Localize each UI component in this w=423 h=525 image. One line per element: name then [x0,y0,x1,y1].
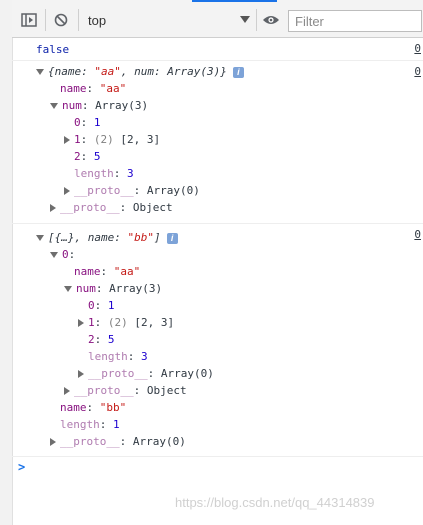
expand-triangle-icon[interactable] [36,69,44,75]
property-row[interactable]: 1: (2) [2, 3] [64,131,160,148]
console-output: false 0 0 {name: "aa", num: Array(3)} i n… [12,38,423,525]
console-message: 0 {name: "aa", num: Array(3)} i name: "aa… [12,61,423,224]
collapse-triangle-icon[interactable] [64,187,70,195]
collapse-triangle-icon[interactable] [64,136,70,144]
toolbar-divider [256,9,257,31]
property-row[interactable]: num: Array(3) [50,97,148,114]
sidebar-toggle-icon[interactable] [18,9,40,31]
info-icon[interactable]: i [232,66,244,78]
active-tab-indicator [192,0,277,2]
property-row[interactable]: __proto__: Array(0) [64,182,200,199]
toolbar-divider [78,9,79,31]
property-row: 0: 1 [74,116,101,129]
property-row: length: 3 [74,167,134,180]
filter-input[interactable] [288,10,422,32]
property-row: length: 3 [88,350,148,363]
clear-console-icon[interactable] [50,9,72,31]
property-row[interactable]: __proto__: Array(0) [50,433,186,450]
property-row[interactable]: 1: (2) [2, 3] [78,314,174,331]
collapse-triangle-icon[interactable] [50,438,56,446]
array-preview[interactable]: [{…}, name: "bb"] i [36,229,178,246]
expand-triangle-icon[interactable] [64,286,72,292]
console-message: 0 [{…}, name: "bb"] i 0: name: "aa" num: … [12,224,423,457]
expand-triangle-icon[interactable] [50,252,58,258]
eye-icon[interactable] [260,9,282,31]
console-prompt[interactable]: > [18,460,25,474]
property-row: name: "aa" [60,82,127,95]
property-row: name: "bb" [60,401,127,414]
source-link[interactable]: 0 [414,42,421,55]
property-row: name: "aa" [74,265,141,278]
expand-triangle-icon[interactable] [50,103,58,109]
collapse-triangle-icon[interactable] [78,319,84,327]
expand-triangle-icon[interactable] [36,235,44,241]
property-row: 0: 1 [88,299,115,312]
toolbar-divider [45,9,46,31]
property-row[interactable]: num: Array(3) [64,280,162,297]
property-row[interactable]: 0: [50,246,75,263]
property-row: 2: 5 [74,150,101,163]
collapse-triangle-icon[interactable] [78,370,84,378]
context-selector[interactable]: top [84,8,252,32]
collapse-triangle-icon[interactable] [50,204,56,212]
info-icon[interactable]: i [166,232,178,244]
object-preview[interactable]: {name: "aa", num: Array(3)} i [36,63,244,80]
source-link[interactable]: 0 [414,65,421,78]
console-toolbar: top [12,0,423,38]
log-value: false [36,43,70,56]
property-row: length: 1 [60,418,120,431]
property-row[interactable]: __proto__: Object [50,199,173,216]
property-row[interactable]: __proto__: Array(0) [78,365,214,382]
source-link[interactable]: 0 [414,228,421,241]
collapse-triangle-icon[interactable] [64,387,70,395]
dropdown-arrow-icon [240,16,250,23]
property-row[interactable]: __proto__: Object [64,382,187,399]
watermark: https://blog.csdn.net/qq_44314839 [175,495,375,510]
console-message: false 0 [12,38,423,61]
property-row: 2: 5 [88,333,115,346]
context-label: top [88,13,107,28]
